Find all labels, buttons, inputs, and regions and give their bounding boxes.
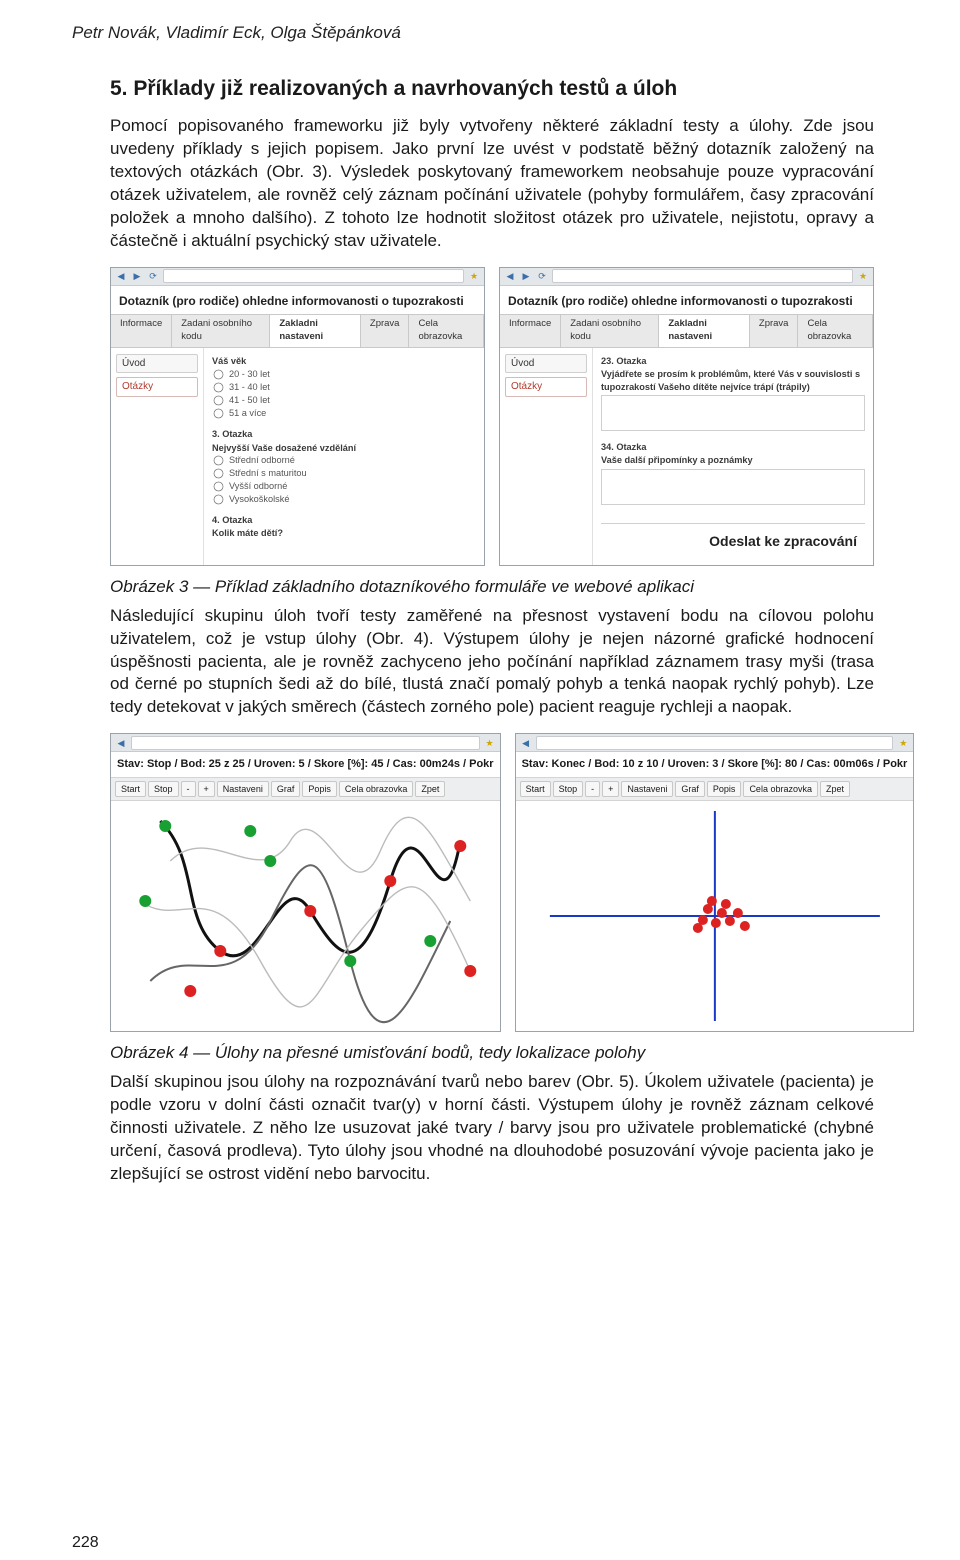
btn-zpet[interactable]: Zpet bbox=[820, 781, 850, 797]
q4-sub: Kolik máte dětí? bbox=[212, 527, 476, 539]
canvas-left[interactable] bbox=[111, 801, 500, 1031]
q23-head: 23. Otazka bbox=[601, 355, 865, 367]
btn-nastaveni[interactable]: Nastaveni bbox=[621, 781, 673, 797]
q-age-head: Váš věk bbox=[212, 355, 476, 367]
q23-sub: Vyjádřete se prosím k problémům, které V… bbox=[601, 368, 865, 393]
paragraph-2: Následující skupinu úloh tvoří testy zam… bbox=[110, 605, 874, 720]
star-icon[interactable]: ★ bbox=[484, 737, 496, 749]
game-toolbar: Start Stop - + Nastaveni Graf Popis Cela… bbox=[111, 778, 500, 801]
btn-fullscreen[interactable]: Cela obrazovka bbox=[339, 781, 414, 797]
opt-edu-0[interactable]: Střední odborné bbox=[212, 454, 476, 467]
tab-kod[interactable]: Zadani osobního kodu bbox=[172, 315, 270, 347]
tab-obrazovka[interactable]: Cela obrazovka bbox=[409, 315, 484, 347]
opt-age-0[interactable]: 20 - 30 let bbox=[212, 368, 476, 381]
form-window-right: ◀ ▶ ⟳ ★ Dotazník (pro rodiče) ohledne in… bbox=[499, 267, 874, 566]
canvas-right[interactable] bbox=[516, 801, 914, 1031]
form-title: Dotazník (pro rodiče) ohledne informovan… bbox=[500, 286, 873, 314]
btn-fullscreen[interactable]: Cela obrazovka bbox=[743, 781, 818, 797]
q23-textarea[interactable] bbox=[601, 395, 865, 431]
tab-nastaveni[interactable]: Zakladni nastaveni bbox=[659, 315, 750, 347]
tab-zprava[interactable]: Zprava bbox=[750, 315, 799, 347]
btn-plus[interactable]: + bbox=[602, 781, 619, 797]
back-icon[interactable]: ◀ bbox=[115, 270, 127, 282]
side-questions-button[interactable]: Otázky bbox=[505, 377, 587, 397]
section-heading: 5. Příklady již realizovaných a navrhova… bbox=[110, 75, 874, 103]
game-toolbar: Start Stop - + Nastaveni Graf Popis Cela… bbox=[516, 778, 914, 801]
tab-bar: Informace Zadani osobního kodu Zakladni … bbox=[111, 314, 484, 348]
tab-obrazovka[interactable]: Cela obrazovka bbox=[798, 315, 873, 347]
q3-head: 3. Otazka bbox=[212, 428, 476, 440]
btn-start[interactable]: Start bbox=[520, 781, 551, 797]
tab-zprava[interactable]: Zprava bbox=[361, 315, 410, 347]
btn-nastaveni[interactable]: Nastaveni bbox=[217, 781, 269, 797]
game-window-right: ◀ ★ Stav: Konec / Bod: 10 z 10 / Uroven:… bbox=[515, 733, 915, 1032]
address-bar[interactable] bbox=[131, 736, 480, 750]
side-questions-button[interactable]: Otázky bbox=[116, 377, 198, 397]
form-title: Dotazník (pro rodiče) ohledne informovan… bbox=[111, 286, 484, 314]
address-bar[interactable] bbox=[552, 269, 853, 283]
btn-graf[interactable]: Graf bbox=[675, 781, 705, 797]
q4-head: 4. Otazka bbox=[212, 514, 476, 526]
tab-nastaveni[interactable]: Zakladni nastaveni bbox=[270, 315, 361, 347]
form-window-left: ◀ ▶ ⟳ ★ Dotazník (pro rodiče) ohledne in… bbox=[110, 267, 485, 566]
game-window-left: ◀ ★ Stav: Stop / Bod: 25 z 25 / Uroven: … bbox=[110, 733, 501, 1032]
back-icon[interactable]: ◀ bbox=[115, 737, 127, 749]
opt-edu-1[interactable]: Střední s maturitou bbox=[212, 467, 476, 480]
btn-minus[interactable]: - bbox=[585, 781, 600, 797]
tab-bar: Informace Zadani osobního kodu Zakladni … bbox=[500, 314, 873, 348]
back-icon[interactable]: ◀ bbox=[520, 737, 532, 749]
address-bar[interactable] bbox=[163, 269, 464, 283]
back-icon[interactable]: ◀ bbox=[504, 270, 516, 282]
opt-age-3[interactable]: 51 a více bbox=[212, 407, 476, 420]
tab-informace[interactable]: Informace bbox=[111, 315, 172, 347]
btn-minus[interactable]: - bbox=[181, 781, 196, 797]
btn-popis[interactable]: Popis bbox=[302, 781, 337, 797]
side-intro-button[interactable]: Úvod bbox=[505, 354, 587, 374]
q34-textarea[interactable] bbox=[601, 469, 865, 505]
running-head: Petr Novák, Vladimír Eck, Olga Štěpánkov… bbox=[0, 0, 960, 45]
btn-zpet[interactable]: Zpet bbox=[415, 781, 445, 797]
figure-4-caption: Obrázek 4 — Úlohy na přesné umisťování b… bbox=[110, 1042, 874, 1065]
figure-4: ◀ ★ Stav: Stop / Bod: 25 z 25 / Uroven: … bbox=[110, 733, 874, 1032]
address-bar[interactable] bbox=[536, 736, 894, 750]
btn-popis[interactable]: Popis bbox=[707, 781, 742, 797]
reload-icon[interactable]: ⟳ bbox=[536, 270, 548, 282]
star-icon[interactable]: ★ bbox=[897, 737, 909, 749]
page-number: 228 bbox=[0, 1532, 960, 1554]
tab-informace[interactable]: Informace bbox=[500, 315, 561, 347]
opt-edu-2[interactable]: Vyšší odborné bbox=[212, 480, 476, 493]
game-status-left: Stav: Stop / Bod: 25 z 25 / Uroven: 5 / … bbox=[111, 752, 500, 778]
q3-sub: Nejvyšší Vaše dosažené vzdělání bbox=[212, 442, 476, 454]
btn-graf[interactable]: Graf bbox=[271, 781, 301, 797]
tab-kod[interactable]: Zadani osobního kodu bbox=[561, 315, 659, 347]
forward-icon[interactable]: ▶ bbox=[131, 270, 143, 282]
paragraph-3: Další skupinou jsou úlohy na rozpoznáván… bbox=[110, 1071, 874, 1186]
star-icon[interactable]: ★ bbox=[857, 270, 869, 282]
game-status-right: Stav: Konec / Bod: 10 z 10 / Uroven: 3 /… bbox=[516, 752, 914, 778]
btn-stop[interactable]: Stop bbox=[553, 781, 584, 797]
figure-3-caption: Obrázek 3 — Příklad základního dotazníko… bbox=[110, 576, 874, 599]
figure-3: ◀ ▶ ⟳ ★ Dotazník (pro rodiče) ohledne in… bbox=[110, 267, 874, 566]
q34-sub: Vaše další připomínky a poznámky bbox=[601, 454, 865, 466]
btn-stop[interactable]: Stop bbox=[148, 781, 179, 797]
reload-icon[interactable]: ⟳ bbox=[147, 270, 159, 282]
opt-edu-3[interactable]: Vysokoškolské bbox=[212, 493, 476, 506]
side-intro-button[interactable]: Úvod bbox=[116, 354, 198, 374]
btn-plus[interactable]: + bbox=[198, 781, 215, 797]
q34-head: 34. Otazka bbox=[601, 441, 865, 453]
btn-start[interactable]: Start bbox=[115, 781, 146, 797]
opt-age-1[interactable]: 31 - 40 let bbox=[212, 381, 476, 394]
star-icon[interactable]: ★ bbox=[468, 270, 480, 282]
opt-age-2[interactable]: 41 - 50 let bbox=[212, 394, 476, 407]
send-button[interactable]: Odeslat ke zpracování bbox=[601, 523, 865, 559]
paragraph-1: Pomocí popisovaného frameworku již byly … bbox=[110, 115, 874, 253]
forward-icon[interactable]: ▶ bbox=[520, 270, 532, 282]
